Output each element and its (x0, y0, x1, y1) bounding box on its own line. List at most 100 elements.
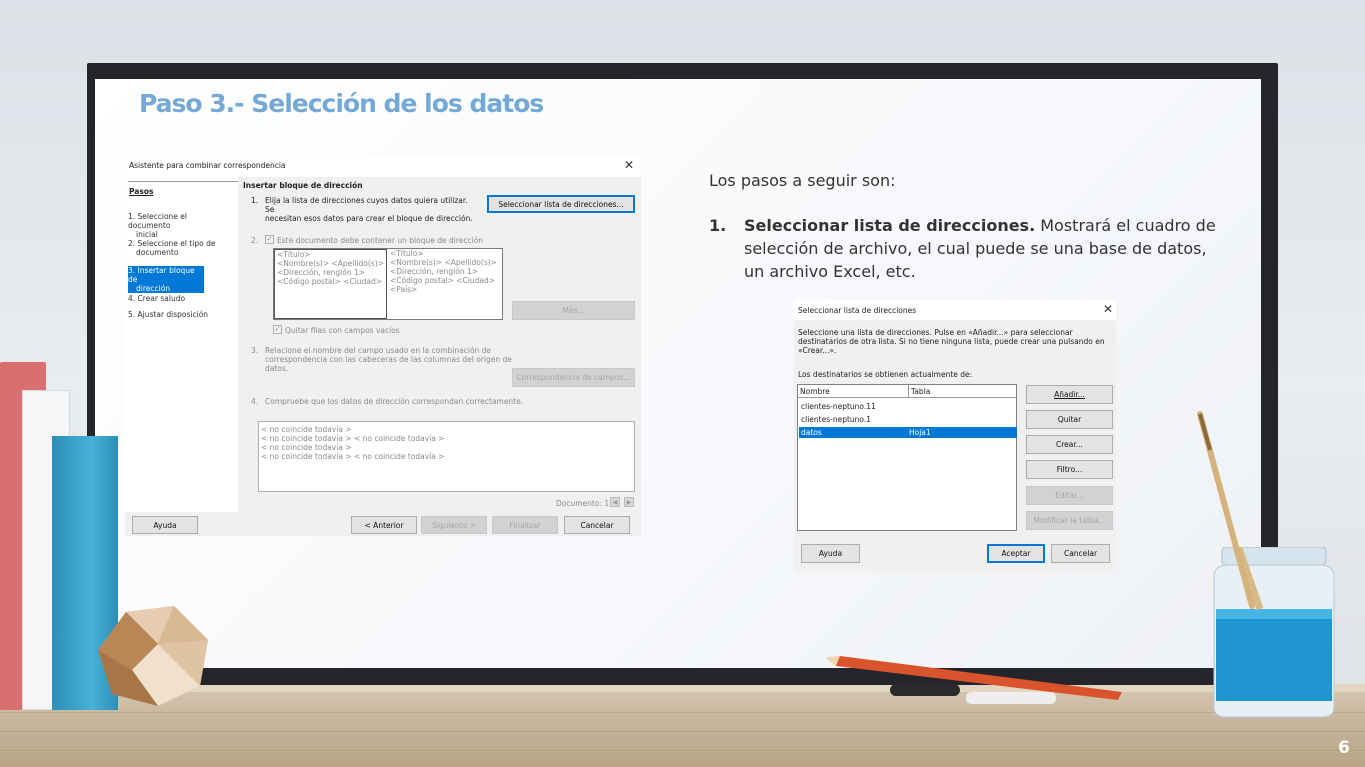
step-text: un archivo Excel, etc. (744, 262, 916, 281)
step-text: Mostrará el cuadro de (1035, 216, 1216, 235)
list-description: Seleccione una lista de direcciones. Pul… (798, 328, 1113, 355)
remove-button[interactable]: Quitar (1026, 410, 1113, 429)
preview-line: < no coincide todavía > (261, 425, 352, 434)
pencil-and-eraser (826, 656, 1122, 704)
description-line: destinatarios de otra lista. Si no tiene… (798, 337, 1105, 346)
item3-number: 3. (251, 346, 259, 355)
step-label: 5. Ajustar disposición (128, 310, 209, 319)
block-line: <Nombre(s)> <Apellido(s)> (277, 259, 384, 268)
item4-number: 4. (251, 397, 259, 406)
description-line: «Crear...». (798, 346, 837, 355)
remove-empty-checkbox[interactable]: ✓ (273, 325, 282, 334)
table-row[interactable]: clientes-neptuno.1 (799, 414, 1017, 425)
page-number: 6 (1338, 738, 1350, 758)
column-divider (908, 385, 909, 398)
next-button[interactable]: Siguiente > (421, 516, 487, 534)
step-label: documento (136, 248, 179, 257)
close-icon[interactable]: ✕ (1103, 302, 1113, 316)
step-label: 1. Seleccione el documento (128, 212, 187, 230)
item1-line: Elija la lista de direcciones cuyos dato… (265, 196, 468, 214)
step-text: selección de archivo, el cual puede se u… (744, 239, 1207, 258)
cancel-button[interactable]: Cancelar (564, 516, 630, 534)
steps-header: Pasos (129, 187, 154, 196)
wood-grain (0, 712, 1365, 713)
create-button[interactable]: Crear... (1026, 435, 1113, 454)
address-block-option-2[interactable]: <Título> <Nombre(s)> <Apellido(s)> <Dire… (388, 249, 502, 319)
row-name: clientes-neptuno.1 (801, 415, 872, 424)
help-button[interactable]: Ayuda (801, 544, 860, 563)
filter-button[interactable]: Filtro... (1026, 460, 1113, 479)
address-block-option-1[interactable]: <Título> <Nombre(s)> <Apellido(s)> <Dire… (274, 249, 387, 319)
more-button[interactable]: Más... (512, 301, 635, 320)
item2-text: Este documento debe contener un bloque d… (277, 236, 484, 245)
block-line: <Título> (277, 250, 311, 259)
intro-text: Los pasos a seguir son: (709, 171, 896, 190)
step-label: inicial (136, 230, 158, 239)
block-line: <Dirección, renglón 1> (390, 267, 479, 276)
item1-line: necesitan esos datos para crear el bloqu… (265, 214, 473, 223)
slide-title: Paso 3.- Selección de los datos (139, 89, 544, 118)
paintbrush (1197, 411, 1255, 609)
step-5[interactable]: 5. Ajustar disposición (128, 310, 228, 319)
mail-merge-wizard-dialog: Asistente para combinar correspondencia … (125, 155, 641, 536)
step-bold-text: Seleccionar lista de direcciones. (744, 216, 1036, 235)
close-icon[interactable]: ✕ (624, 158, 634, 172)
wood-grain (0, 750, 1365, 751)
step-label: 4. Crear saludo (128, 294, 186, 303)
wizard-title: Asistente para combinar correspondencia (129, 161, 286, 170)
cancel-button[interactable]: Cancelar (1051, 544, 1110, 563)
select-address-list-button[interactable]: Seleccionar lista de direcciones... (487, 195, 635, 213)
table-row[interactable]: clientes-neptuno.11 (799, 401, 1017, 412)
next-document-icon[interactable]: ▶ (624, 497, 634, 507)
block-line: <Nombre(s)> <Apellido(s)> (390, 258, 497, 267)
steps-rule (128, 181, 238, 182)
description-line: Seleccione una lista de direcciones. Pul… (798, 328, 1073, 337)
step-3-active[interactable]: 3. Insertar bloque de dirección (128, 266, 204, 293)
step-label: 2. Seleccione el tipo de (128, 239, 216, 248)
finish-button[interactable]: Finalizar (492, 516, 558, 534)
add-button[interactable]: Añadir... (1026, 385, 1113, 404)
accept-button[interactable]: Aceptar (987, 544, 1045, 563)
block-line: <Código postal> <Ciudad> (390, 276, 495, 285)
document-counter: Documento: 1 (556, 499, 610, 508)
field-match-button[interactable]: Correspondencia de campos... (512, 368, 635, 387)
section-title: Insertar bloque de dirección (243, 181, 363, 190)
table-header (798, 385, 1016, 398)
step-1[interactable]: 1. Seleccione el documento inicial (128, 212, 228, 239)
address-preview-box[interactable]: < no coincide todavía > < no coincide to… (258, 421, 635, 492)
preview-line: < no coincide todavía > < no coincide to… (261, 434, 445, 443)
help-button[interactable]: Ayuda (132, 516, 198, 534)
step-label: 3. Insertar bloque de (128, 266, 195, 284)
item1-text: Elija la lista de direcciones cuyos dato… (265, 196, 475, 223)
item3-line: datos. (265, 364, 289, 373)
step-2[interactable]: 2. Seleccione el tipo de documento (128, 239, 228, 257)
item1-number: 1. (251, 196, 259, 205)
row-table: Hoja1 (909, 428, 931, 437)
prev-document-icon[interactable]: ◀ (610, 497, 620, 507)
item4-text: Compruebe que los datos de dirección cor… (265, 397, 524, 406)
back-button[interactable]: < Anterior (351, 516, 417, 534)
modify-table-button[interactable]: Modificar la tabla... (1026, 511, 1113, 530)
edit-button[interactable]: Editar... (1026, 486, 1113, 505)
preview-line: < no coincide todavía > (261, 443, 352, 452)
step-label: dirección (136, 284, 171, 293)
block-line: <Dirección, renglón 1> (277, 268, 366, 277)
item3-line: correspondencia con las cabeceras de las… (265, 355, 512, 364)
step-4[interactable]: 4. Crear saludo (128, 294, 228, 303)
list-number: 1. (709, 216, 727, 235)
current-source-label: Los destinatarios se obtienen actualment… (798, 370, 973, 379)
item3-text: Relacione el nombre del campo usado en l… (265, 346, 515, 373)
list-item-text: Seleccionar lista de direcciones. Mostra… (744, 214, 1234, 283)
column-header-name[interactable]: Nombre (800, 387, 830, 396)
item3-line: Relacione el nombre del campo usado en l… (265, 346, 492, 355)
block-line: <Título> (390, 249, 424, 258)
table-row-selected[interactable]: datos Hoja1 (799, 427, 1017, 438)
remove-empty-label: Quitar filas con campos vacíos (285, 326, 400, 335)
column-header-table[interactable]: Tabla (911, 387, 930, 396)
row-name: clientes-neptuno.11 (801, 402, 876, 411)
address-block-checkbox[interactable]: ✓ (265, 235, 274, 244)
address-lists-table[interactable]: Nombre Tabla clientes-neptuno.11 cliente… (797, 384, 1017, 531)
block-line: <Código postal> <Ciudad> (277, 277, 382, 286)
select-address-list-dialog: Seleccionar lista de direcciones ✕ Selec… (794, 300, 1116, 572)
item2-number: 2. (251, 236, 259, 245)
